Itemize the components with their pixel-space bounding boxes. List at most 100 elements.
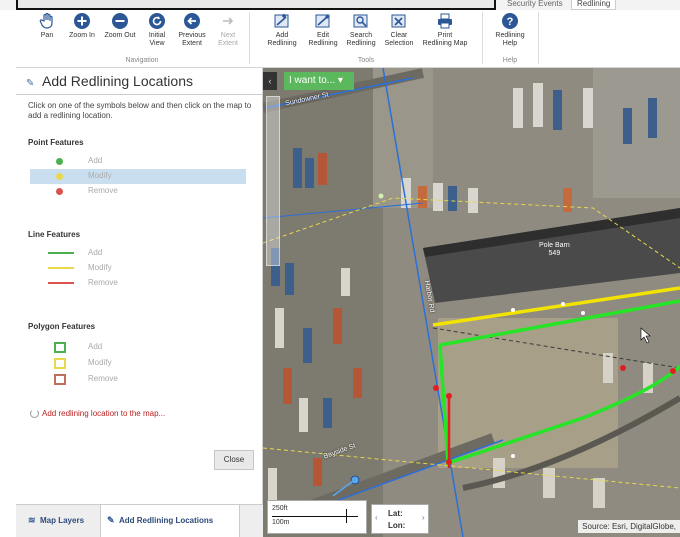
i-want-to-dropdown[interactable]: I want to... ▾ <box>284 72 354 90</box>
print-label-1: Print <box>437 32 453 39</box>
print-label-2: Redlining Map <box>422 40 468 47</box>
polygon-remove-option[interactable]: Remove <box>30 372 246 387</box>
yellow-polygon-icon <box>54 358 66 369</box>
help-icon: ? <box>502 13 518 29</box>
clear-selection-icon <box>391 14 406 28</box>
close-button[interactable]: Close <box>214 450 254 470</box>
line-remove-option[interactable]: Remove <box>30 276 246 291</box>
point-features-heading: Point Features <box>28 138 84 147</box>
point-remove-option[interactable]: Remove <box>30 184 246 199</box>
arrow-right-icon <box>223 17 234 25</box>
chevron-right-icon[interactable]: › <box>422 513 425 522</box>
panel-title-text: Add Redlining Locations <box>42 73 193 89</box>
polygon-add-option[interactable]: Add <box>30 340 246 355</box>
point-remove-label: Remove <box>88 186 118 195</box>
divider <box>16 94 262 95</box>
add-redlining-label-2: Redlining <box>267 40 297 47</box>
coordinate-readout: ‹ Lat: Lon: › <box>371 504 429 534</box>
map-layers-label: Map Layers <box>40 516 85 525</box>
tab-redlining[interactable]: Redlining <box>571 0 617 10</box>
arrow-left-icon <box>184 13 200 29</box>
ribbon-separator <box>538 12 539 64</box>
svg-text:?: ? <box>507 16 514 28</box>
polygon-modify-option[interactable]: Modify <box>30 356 246 371</box>
ribbon-toolbar: Pan Zoom In Zoom Out Initial View Previo… <box>16 10 680 68</box>
spinner-icon <box>30 409 39 418</box>
building-label-name: Pole Barn <box>539 242 570 249</box>
yellow-line-icon <box>48 267 74 269</box>
pan-button[interactable]: Pan <box>36 12 58 40</box>
attribution-text: Source: Esri, DigitalGlobe, <box>578 520 680 533</box>
help-label-1: Redlining <box>495 32 525 39</box>
green-line-icon <box>48 252 74 254</box>
add-redlining-label-1: Add <box>275 32 289 39</box>
tab-security-events[interactable]: Security Events <box>502 0 568 10</box>
search-redlining-label-1: Search <box>349 32 373 39</box>
red-line-icon <box>48 282 74 284</box>
collapse-panel-button[interactable]: ‹ <box>263 72 277 90</box>
line-add-option[interactable]: Add <box>30 246 246 261</box>
previous-extent-label-1: Previous <box>178 32 206 39</box>
polygon-features-heading: Polygon Features <box>28 322 96 331</box>
redlining-panel: ✎ Add Redlining Locations Click on one of… <box>16 68 263 537</box>
polygon-remove-label: Remove <box>88 374 118 383</box>
navigation-group-label: Navigation <box>125 57 159 64</box>
zoom-slider[interactable] <box>266 96 280 266</box>
help-label-2: Help <box>502 40 518 47</box>
tools-group-label: Tools <box>357 57 375 64</box>
pan-label: Pan <box>40 32 54 39</box>
line-remove-label: Remove <box>88 278 118 287</box>
point-modify-label: Modify <box>88 171 112 180</box>
ribbon-separator <box>482 12 483 64</box>
zoom-out-button[interactable]: Zoom Out <box>102 12 138 40</box>
polygon-add-label: Add <box>88 342 103 351</box>
clear-selection-label-1: Clear <box>390 32 408 39</box>
building-label: Pole Barn 549 <box>539 242 570 258</box>
next-extent-button[interactable]: Next Extent <box>214 12 242 48</box>
chevron-left-icon[interactable]: ‹ <box>375 513 378 522</box>
edit-redlining-button[interactable]: Edit Redlining <box>304 12 342 48</box>
search-redline-icon <box>353 14 368 28</box>
refresh-icon <box>149 13 165 29</box>
edit-redlining-label-2: Redlining <box>308 40 338 47</box>
previous-extent-label-2: Extent <box>182 40 202 47</box>
point-add-label: Add <box>88 156 103 165</box>
point-add-option[interactable]: Add <box>30 154 246 169</box>
clear-selection-button[interactable]: Clear Selection <box>381 12 417 48</box>
lon-label: Lon: <box>388 521 406 530</box>
i-want-to-label: I want to... <box>289 75 336 86</box>
line-add-label: Add <box>88 248 103 257</box>
line-modify-label: Modify <box>88 263 112 272</box>
redline-icon: ✎ <box>26 78 35 89</box>
redline-icon: ✎ <box>107 515 115 525</box>
add-redlining-tab-label: Add Redlining Locations <box>119 516 214 525</box>
zoom-out-label: Zoom Out <box>104 32 136 39</box>
tab-add-redlining-locations[interactable]: ✎ Add Redlining Locations <box>100 505 240 537</box>
redlining-help-button[interactable]: ? Redlining Help <box>490 12 530 48</box>
tab-map-layers[interactable]: ≋ Map Layers <box>22 505 98 537</box>
next-extent-label-2: Extent <box>218 40 238 47</box>
zoom-in-icon <box>74 13 90 29</box>
zoom-out-icon <box>112 13 128 29</box>
add-redlining-button[interactable]: Add Redlining <box>262 12 302 48</box>
panel-bottom-tabs: ≋ Map Layers ✎ Add Redlining Locations <box>16 504 263 537</box>
polygon-modify-label: Modify <box>88 358 112 367</box>
point-modify-option[interactable]: Modify <box>30 169 246 184</box>
line-modify-option[interactable]: Modify <box>30 261 246 276</box>
building-label-number: 549 <box>548 250 561 257</box>
previous-extent-button[interactable]: Previous Extent <box>176 12 208 48</box>
map-view[interactable]: Sundowner St Bayside St Harbor Rd Pole B… <box>263 68 680 537</box>
top-tab-strip: Security Events Redlining <box>0 0 680 10</box>
ribbon-separator <box>249 12 250 64</box>
clear-selection-label-2: Selection <box>384 40 414 47</box>
red-point-icon <box>56 188 63 195</box>
instructions-text: Click on one of the symbols below and th… <box>28 101 252 120</box>
print-redlining-map-button[interactable]: Print Redlining Map <box>419 12 471 48</box>
help-group-label: Help <box>502 57 518 64</box>
layers-icon: ≋ <box>28 515 36 525</box>
caret-down-icon: ▾ <box>337 75 343 86</box>
zoom-in-button[interactable]: Zoom In <box>66 12 98 40</box>
scale-feet: 250ft <box>272 505 288 512</box>
search-redlining-button[interactable]: Search Redlining <box>342 12 380 48</box>
initial-view-button[interactable]: Initial View <box>144 12 170 48</box>
